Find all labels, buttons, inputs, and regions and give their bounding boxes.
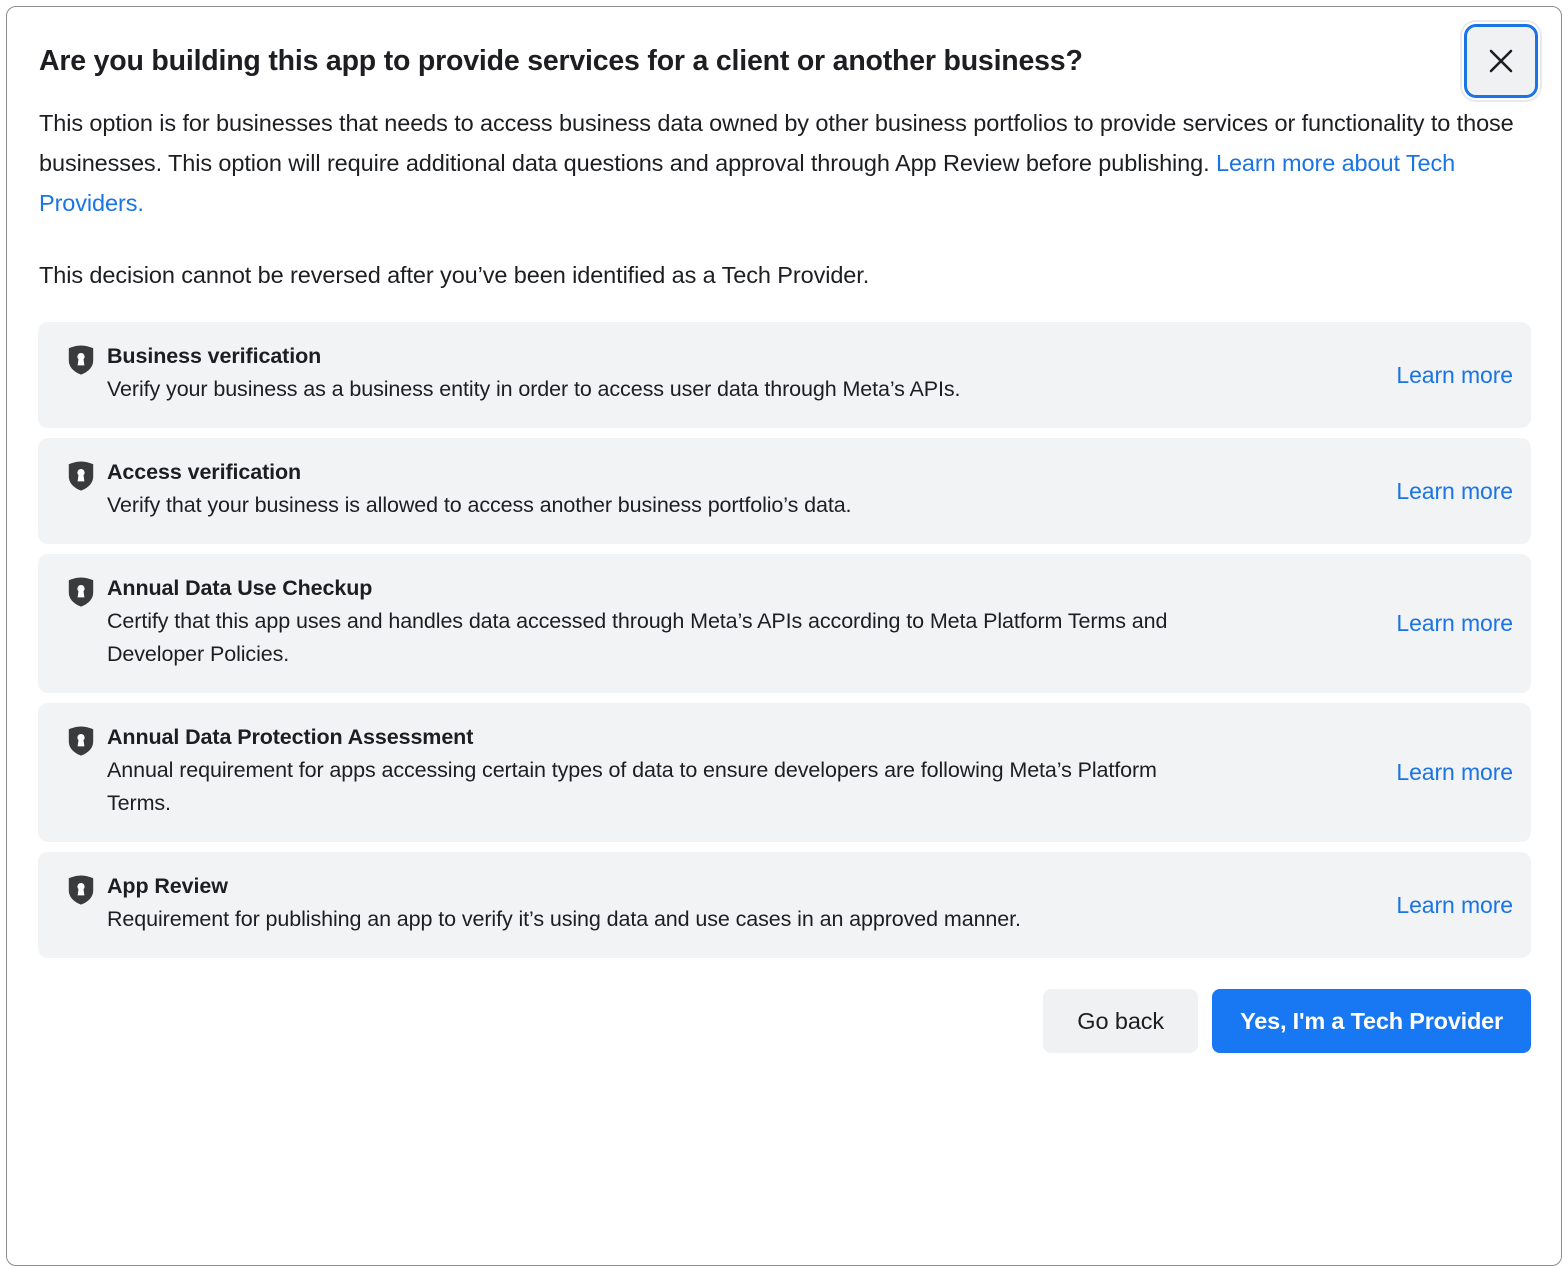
requirement-description: Annual requirement for apps accessing ce… xyxy=(107,758,1157,815)
close-icon xyxy=(1486,46,1516,76)
requirement-title: Business verification xyxy=(107,344,322,368)
requirement-card: Annual Data Use Checkup Certify that thi… xyxy=(38,554,1531,693)
dialog-title: Are you building this app to provide ser… xyxy=(39,45,1083,77)
dialog-description-paragraph: This option is for businesses that needs… xyxy=(38,79,1531,223)
tech-provider-dialog: Are you building this app to provide ser… xyxy=(6,6,1562,1266)
shield-lock-icon xyxy=(68,875,94,905)
requirement-title: Access verification xyxy=(107,460,302,484)
learn-more-link[interactable]: Learn more xyxy=(1370,759,1513,786)
requirement-description: Verify your business as a business entit… xyxy=(107,377,961,401)
confirm-tech-provider-button[interactable]: Yes, I'm a Tech Provider xyxy=(1212,989,1531,1053)
requirement-card-text: Annual Data Use Checkup Certify that thi… xyxy=(107,575,1370,671)
dialog-footer: Go back Yes, I'm a Tech Provider xyxy=(38,958,1531,1053)
requirement-card-text: Business verification Verify your busine… xyxy=(107,343,1370,406)
go-back-button[interactable]: Go back xyxy=(1043,989,1199,1053)
requirement-card-main: App Review Requirement for publishing an… xyxy=(38,852,1370,958)
requirement-card: Business verification Verify your busine… xyxy=(38,322,1531,428)
requirement-card: Access verification Verify that your bus… xyxy=(38,438,1531,544)
requirement-card-main: Access verification Verify that your bus… xyxy=(38,438,1370,544)
requirements-list: Business verification Verify your busine… xyxy=(38,322,1531,958)
requirement-card-text: Access verification Verify that your bus… xyxy=(107,459,1370,522)
close-button[interactable] xyxy=(1460,20,1542,102)
requirement-title: App Review xyxy=(107,874,228,898)
requirement-card: Annual Data Protection Assessment Annual… xyxy=(38,703,1531,842)
learn-more-link[interactable]: Learn more xyxy=(1370,892,1513,919)
requirement-title: Annual Data Use Checkup xyxy=(107,576,373,600)
requirement-description: Requirement for publishing an app to ver… xyxy=(107,907,1021,931)
shield-lock-icon xyxy=(68,577,94,607)
requirement-card-main: Annual Data Use Checkup Certify that thi… xyxy=(38,554,1370,693)
shield-lock-icon xyxy=(68,461,94,491)
requirement-card: App Review Requirement for publishing an… xyxy=(38,852,1531,958)
requirement-card-main: Business verification Verify your busine… xyxy=(38,322,1370,428)
learn-more-link[interactable]: Learn more xyxy=(1370,478,1513,505)
requirement-card-main: Annual Data Protection Assessment Annual… xyxy=(38,703,1370,842)
requirement-card-text: Annual Data Protection Assessment Annual… xyxy=(107,724,1370,820)
requirement-description: Certify that this app uses and handles d… xyxy=(107,609,1168,666)
learn-more-link[interactable]: Learn more xyxy=(1370,610,1513,637)
requirement-title: Annual Data Protection Assessment xyxy=(107,725,474,749)
shield-lock-icon xyxy=(68,345,94,375)
learn-more-link[interactable]: Learn more xyxy=(1370,362,1513,389)
requirement-card-text: App Review Requirement for publishing an… xyxy=(107,873,1370,936)
dialog-content: Are you building this app to provide ser… xyxy=(7,7,1561,1265)
irreversible-notice: This decision cannot be reversed after y… xyxy=(39,262,870,288)
requirement-description: Verify that your business is allowed to … xyxy=(107,493,852,517)
shield-lock-icon xyxy=(68,726,94,756)
